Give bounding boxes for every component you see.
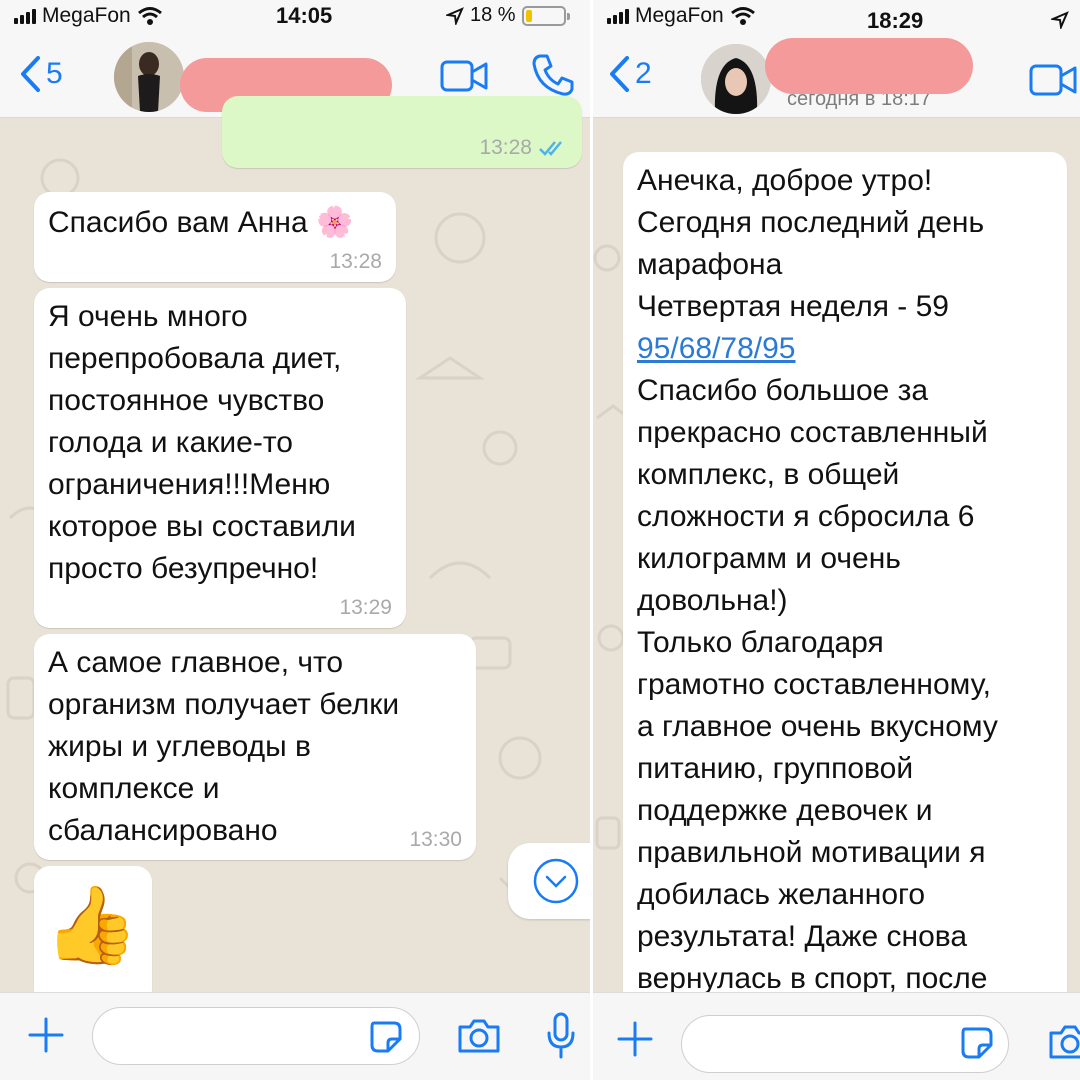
status-right-indicators: 18 % bbox=[446, 4, 570, 27]
chat-header: 2 сегодня в 18:17 bbox=[593, 34, 1080, 118]
plus-icon[interactable] bbox=[26, 1015, 66, 1055]
status-time: 14:05 bbox=[276, 3, 333, 28]
incoming-message-bubble: Я очень много перепробовала диет, постоя… bbox=[34, 288, 406, 628]
location-arrow-icon bbox=[1051, 11, 1069, 29]
video-call-icon[interactable] bbox=[440, 60, 488, 92]
redacted-contact-name bbox=[765, 38, 973, 94]
measurements-link[interactable]: 95/68/78/95 bbox=[637, 332, 795, 365]
message-meta: 13:28 bbox=[479, 136, 568, 160]
incoming-message-bubble: Спасибо вам Анна 🌸 13:28 bbox=[34, 192, 396, 282]
left-chat-screenshot: MegaFon 14:05 18 % 5 13:28 Спасибо вам А… bbox=[0, 0, 590, 1080]
camera-icon[interactable] bbox=[1047, 1023, 1080, 1061]
camera-icon[interactable] bbox=[456, 1017, 502, 1055]
wifi-icon bbox=[730, 7, 755, 25]
back-button[interactable]: 2 bbox=[607, 54, 652, 94]
message-time: 13:28 bbox=[329, 250, 382, 273]
carrier-group: MegaFon bbox=[14, 4, 163, 28]
message-time: 13:30 bbox=[409, 828, 462, 851]
right-chat-screenshot: MegaFon 18:29 2 сегодня в 18:17 Анечка, … bbox=[593, 0, 1080, 1080]
signal-icon bbox=[14, 8, 36, 24]
avatar-photo bbox=[114, 42, 184, 112]
message-text: Спасибо вам Анна 🌸 bbox=[48, 206, 354, 239]
scroll-down-icon bbox=[533, 858, 579, 904]
battery-percent: 18 % bbox=[470, 4, 516, 26]
outgoing-message-bubble: 13:28 bbox=[222, 96, 582, 168]
message-text-before: Анечка, доброе утро! Сегодня последний д… bbox=[637, 164, 985, 323]
message-text-after: Спасибо большое за прекрасно составленны… bbox=[637, 374, 998, 995]
message-text: Я очень много перепробовала диет, постоя… bbox=[48, 300, 356, 585]
message-input-bar bbox=[593, 992, 1080, 1080]
phone-call-icon[interactable] bbox=[530, 52, 576, 98]
plus-icon[interactable] bbox=[615, 1019, 655, 1059]
avatar-photo bbox=[701, 44, 771, 114]
signal-icon bbox=[607, 8, 629, 24]
incoming-message-bubble: А самое главное, что организм получает б… bbox=[34, 634, 476, 860]
back-unread-count: 5 bbox=[46, 57, 63, 90]
wifi-icon bbox=[137, 7, 162, 25]
status-bar: MegaFon 18:29 bbox=[593, 0, 1080, 34]
message-text: А самое главное, что организм получает б… bbox=[48, 646, 400, 847]
back-chevron-icon bbox=[21, 56, 40, 92]
thumbs-up-emoji: 👍 bbox=[44, 883, 139, 968]
double-check-icon bbox=[539, 141, 562, 156]
location-arrow-icon bbox=[446, 6, 464, 25]
carrier-name: MegaFon bbox=[42, 4, 131, 27]
scroll-to-bottom-button[interactable] bbox=[508, 843, 590, 919]
message-text: Анечка, доброе утро! Сегодня последний д… bbox=[637, 160, 1053, 1000]
status-bar: MegaFon 14:05 18 % bbox=[0, 0, 590, 34]
message-input-bar bbox=[0, 992, 590, 1080]
message-time: 13:29 bbox=[339, 596, 392, 619]
battery-icon bbox=[521, 5, 570, 26]
message-time: 13:28 bbox=[479, 136, 532, 159]
incoming-emoji-bubble: 👍 bbox=[34, 866, 152, 1006]
back-button[interactable]: 5 bbox=[18, 54, 63, 94]
carrier-group: MegaFon bbox=[607, 4, 756, 28]
status-time: 18:29 bbox=[867, 8, 924, 33]
sticker-icon[interactable] bbox=[368, 1019, 404, 1055]
sticker-icon[interactable] bbox=[959, 1025, 995, 1061]
video-call-icon[interactable] bbox=[1029, 64, 1077, 96]
microphone-icon[interactable] bbox=[546, 1011, 576, 1061]
back-chevron-icon bbox=[610, 56, 629, 92]
contact-avatar[interactable] bbox=[114, 42, 184, 112]
incoming-message-bubble: Анечка, доброе утро! Сегодня последний д… bbox=[623, 152, 1067, 1032]
back-unread-count: 2 bbox=[635, 57, 652, 90]
carrier-name: MegaFon bbox=[635, 4, 724, 27]
contact-avatar[interactable] bbox=[701, 44, 771, 114]
